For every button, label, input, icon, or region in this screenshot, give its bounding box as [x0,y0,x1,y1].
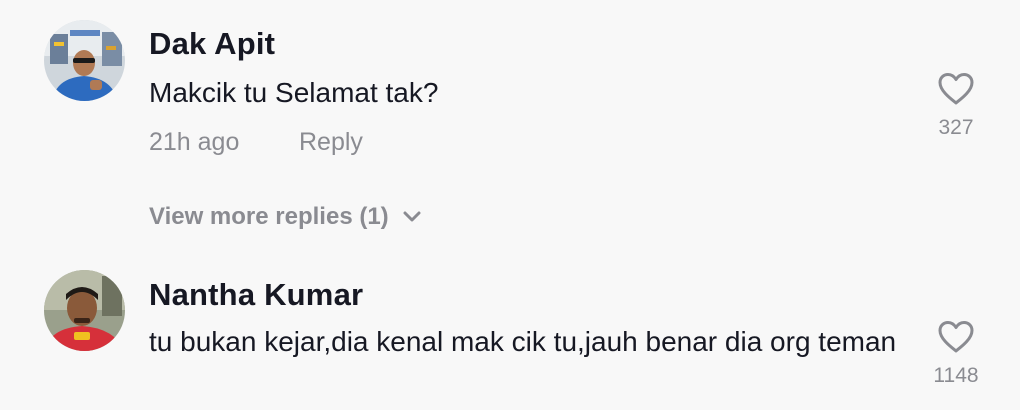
view-more-replies-label: View more replies (1) [149,203,389,230]
comment-item: Dak Apit Makcik tu Selamat tak? 21h ago R… [0,0,1020,250]
comment-timestamp: 21h ago [149,128,240,156]
heart-outline-icon [938,73,974,105]
heart-outline-icon [938,321,974,353]
comment-text: tu bukan kejar,dia kenal mak cik tu,jauh… [149,326,897,357]
avatar-photo-icon [44,270,125,351]
comment-item: Nantha Kumar tu bukan kejar,dia kenal ma… [0,250,1020,410]
chevron-down-icon [403,202,421,230]
username[interactable]: Nantha Kumar [149,277,363,313]
like-button[interactable]: 1148 [926,320,986,388]
avatar-photo-icon [44,20,125,101]
user-avatar[interactable] [44,270,125,351]
view-more-replies-button[interactable]: View more replies (1) [149,203,421,231]
comment-text: Makcik tu Selamat tak? [149,77,439,108]
username[interactable]: Dak Apit [149,26,275,62]
like-button[interactable]: 327 [926,72,986,140]
like-count: 1148 [933,364,979,387]
reply-button[interactable]: Reply [299,128,363,157]
comments-list: Dak Apit Makcik tu Selamat tak? 21h ago R… [0,0,1020,410]
like-count: 327 [938,116,974,139]
user-avatar[interactable] [44,20,125,101]
comment-meta: 21h ago Reply [149,128,363,157]
